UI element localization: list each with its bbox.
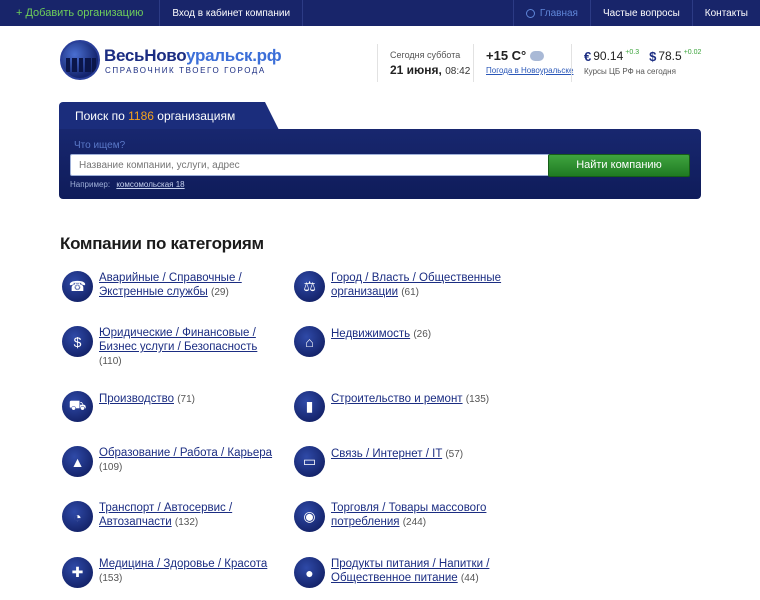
money-icon: $ [62,326,93,357]
contacts-link[interactable]: Контакты [691,0,760,26]
date-widget: Сегодня суббота 21 июня, 08:42 [377,44,472,82]
category-count: (71) [177,394,195,405]
euro-icon: € [584,49,592,64]
category-count: (26) [413,329,432,340]
scales-icon: ⚖ [294,271,325,302]
search-hint: Что ищем? [74,140,126,151]
category-link[interactable]: Образование / Работа / Карьера [99,447,272,459]
category-link-line2[interactable]: Автозапчасти [99,516,172,528]
category-count: (109) [99,462,123,473]
category-link-line2[interactable]: Экстренные службы [99,286,208,298]
category-link-line2[interactable]: потребления [331,516,399,528]
categories-heading: Компании по категориям [60,234,264,253]
temperature: +15 C° [486,45,573,63]
logo-name-part2: уральск.рф [186,46,282,65]
weekday-label: Сегодня суббота [390,50,461,60]
logo-name-part1: ВесьНово [104,46,187,65]
logo-name: ВесьНовоуральск.рф [104,46,282,66]
category-link[interactable]: Производство [99,393,174,405]
category-link[interactable]: Город / Власть / Общественные [331,272,501,284]
date-value: 21 июня, 08:42 [390,63,472,77]
category-count: (29) [211,287,229,298]
category-item[interactable]: ⛟ Производство (71) [62,391,195,422]
weather-widget: +15 C° Погода в Новоуральске [473,44,573,82]
eur-rate: 90.14 [593,49,624,63]
category-link[interactable]: Транспорт / Автосервис / [99,502,232,514]
category-item[interactable]: ● Продукты питания / Напитки / Общественн… [294,557,489,588]
currency-rates-widget: € 90.14 +0.3 $ 78.5 +0.02 Курсы ЦБ РФ на… [571,44,711,82]
usd-delta: +0.02 [683,49,702,56]
example-link[interactable]: комсомольская 18 [116,180,184,189]
organization-count: 1186 [128,109,154,123]
search-example: Например: комсомольская 18 [70,180,185,189]
truck-icon: ⛟ [62,391,93,422]
home-link-label: Главная [539,7,578,19]
first-aid-icon: ✚ [62,557,93,588]
dollar-icon: $ [649,49,657,64]
weather-link[interactable]: Погода в Новоуральске [486,66,573,75]
category-link[interactable]: Юридические / Финансовые / [99,327,256,339]
faq-link[interactable]: Частые вопросы [589,0,692,26]
home-link[interactable]: Главная [512,0,590,26]
search-tab: Поиск по 1186 организациям [59,102,279,130]
temperature-value: +15 C° [486,48,527,63]
category-item[interactable]: ▮ Строительство и ремонт (135) [294,391,489,422]
site-logo[interactable]: ВесьНовоуральск.рф СПРАВОЧНИК ТВОЕГО ГОР… [60,40,282,80]
find-company-button[interactable]: Найти компанию [548,154,690,177]
category-count: (244) [402,517,427,528]
category-item[interactable]: ⌂ Недвижимость (26) [294,326,431,357]
speedometer-icon: ◔ [62,501,93,532]
category-count: (110) [99,356,122,367]
category-link[interactable]: Строительство и ремонт [331,393,463,405]
category-item[interactable]: ▭ Связь / Интернет / IT (57) [294,446,463,477]
category-count: (57) [445,449,464,460]
graduation-cap-icon: ▲ [62,446,93,477]
category-item[interactable]: ◔ Транспорт / Автосервис / Автозапчасти (… [62,501,232,532]
eur-delta: +0.3 [625,49,640,56]
category-item[interactable]: ☎ Аварийные / Справочные / Экстренные слу… [62,271,242,302]
home-icon [525,8,535,18]
search-panel: Что ищем? Найти компанию Например: комсо… [59,129,701,199]
category-count: (61) [401,287,420,298]
category-link[interactable]: Связь / Интернет / IT [331,448,442,460]
category-link-line2[interactable]: Бизнес услуги / Безопасность [99,341,257,353]
category-item[interactable]: $ Юридические / Финансовые / Бизнес услуг… [62,326,257,369]
category-link-line2[interactable]: организации [331,286,398,298]
category-item[interactable]: ✚ Медицина / Здоровье / Красота (153) [62,557,267,588]
category-link[interactable]: Аварийные / Справочные / [99,272,242,284]
category-count: (153) [99,573,123,584]
search-tab-prefix: Поиск по [75,109,125,123]
phone-icon: ☎ [62,271,93,302]
category-link[interactable]: Медицина / Здоровье / Красота [99,558,267,570]
top-navigation-bar: + Добавить организацию Вход в кабинет ко… [0,0,760,26]
add-organization-link[interactable]: + Добавить организацию [0,0,161,26]
search-input[interactable] [70,154,590,176]
category-link[interactable]: Недвижимость [331,328,410,340]
date-day: 21 июня, [390,63,442,77]
rates-note: Курсы ЦБ РФ на сегодня [584,67,676,76]
company-login-link[interactable]: Вход в кабинет компании [160,0,304,26]
category-link[interactable]: Торговля / Товары массового [331,502,486,514]
usd-rate: 78.5 [658,49,682,63]
category-count: (44) [460,573,479,584]
house-icon: ⌂ [294,326,325,357]
category-item[interactable]: ▲ Образование / Работа / Карьера (109) [62,446,272,477]
search-tab-suffix: организациям [157,109,236,123]
partly-cloudy-icon [530,45,545,61]
category-item[interactable]: ◉ Торговля / Товары массового потребления… [294,501,486,532]
apple-icon: ● [294,557,325,588]
category-count: (132) [174,517,199,528]
category-link[interactable]: Продукты питания / Напитки / [331,558,489,570]
globe-city-icon [60,40,100,80]
top-right-nav: Главная Частые вопросы Контакты [512,0,760,26]
laptop-icon: ▭ [294,446,325,477]
paint-roller-icon: ▮ [294,391,325,422]
category-count: (135) [465,394,490,405]
example-label: Например: [70,180,111,189]
logo-tagline: СПРАВОЧНИК ТВОЕГО ГОРОДА [105,66,266,75]
current-time: 08:42 [445,66,471,77]
category-item[interactable]: ⚖ Город / Власть / Общественные организац… [294,271,501,302]
cart-icon: ◉ [294,501,325,532]
category-link-line2[interactable]: Общественное питание [331,572,458,584]
